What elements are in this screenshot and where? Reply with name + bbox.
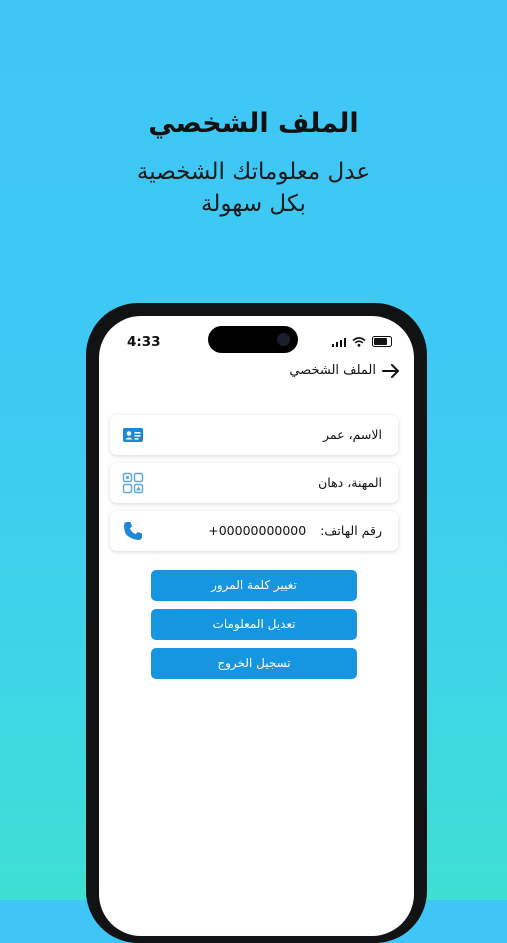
phone-label: رقم الهاتف: (320, 523, 382, 538)
change-password-button[interactable]: تغيير كلمة المرور (151, 570, 357, 601)
profile-profession: المهنة، دهان (318, 475, 382, 490)
signal-icon (331, 337, 346, 347)
profile-name: الاسم، عمر (323, 427, 382, 442)
phone-icon (124, 522, 142, 540)
promo-subtitle-line-2: بكل سهولة (201, 191, 306, 217)
promo-subtitle-line-1: عدل معلوماتك الشخصية (136, 159, 371, 185)
logout-button[interactable]: تسجيل الخروج (151, 648, 357, 679)
status-icons (331, 336, 392, 347)
phone-value: +00000000000 (208, 523, 307, 538)
header-nav: الملف الشخصي (289, 363, 400, 378)
promo-title: الملف الشخصي (148, 108, 359, 139)
wifi-icon (352, 336, 366, 347)
profile-profession-card: المهنة، دهان (110, 463, 398, 503)
status-time: 4:33 (127, 334, 161, 350)
profile-phone: رقم الهاتف: +00000000000 (208, 511, 382, 551)
profession-icon (122, 472, 144, 494)
dynamic-island (208, 326, 298, 353)
profile-phone-card: رقم الهاتف: +00000000000 (110, 511, 398, 551)
id-card-icon (123, 428, 143, 442)
camera-icon (277, 333, 290, 346)
battery-icon (372, 336, 392, 347)
header-title: الملف الشخصي (289, 363, 376, 378)
profile-name-card: الاسم، عمر (110, 415, 398, 455)
promo-subtitle: عدل معلوماتك الشخصية بكل سهولة (0, 156, 507, 220)
edit-info-button[interactable]: تعديل المعلومات (151, 609, 357, 640)
phone-screen: 4:33 الملف الشخصي الاسم، عمر المهنة، دها… (99, 316, 414, 936)
arrow-right-icon[interactable] (382, 363, 400, 378)
